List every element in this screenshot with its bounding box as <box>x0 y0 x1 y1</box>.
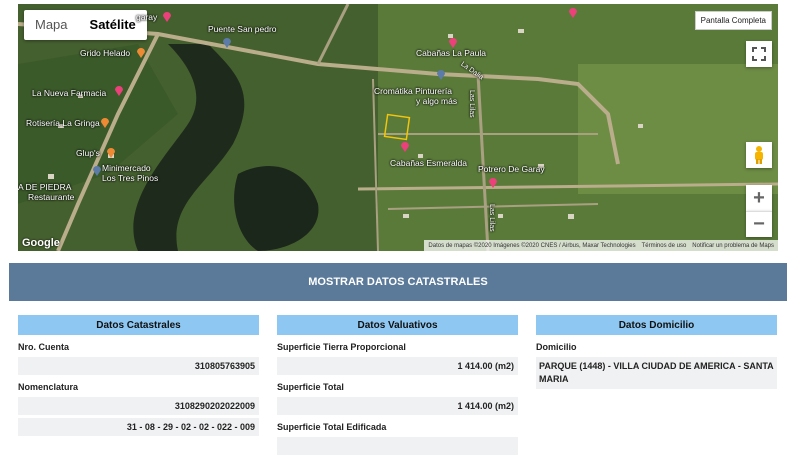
account-number-value: 310805763905 <box>18 357 259 375</box>
map-type-map-tab[interactable]: Mapa <box>24 10 79 40</box>
map-type-switch: Mapa Satélite <box>24 10 147 40</box>
zoom-out-button[interactable]: − <box>746 211 772 237</box>
nomenclature-value: 3108290202022009 <box>18 397 259 415</box>
address-data-title: Datos Domicilio <box>536 315 777 335</box>
account-number-label: Nro. Cuenta <box>18 342 70 352</box>
satellite-imagery <box>18 4 778 251</box>
map-pin-icon[interactable] <box>136 46 146 58</box>
map-label-cromatika-1: Cromátika Pinturería <box>374 86 452 96</box>
map-label-street-las-lilas: Las Lilas <box>468 90 475 118</box>
fullscreen-button[interactable] <box>746 41 772 67</box>
map-data-attribution: Datos de mapas ©2020 Imágenes ©2020 CNES… <box>428 242 636 249</box>
map-label-cromatika-2: y algo más <box>416 96 458 106</box>
satellite-map[interactable]: Mapa Satélite Pantalla Completa + − gara… <box>18 4 778 251</box>
cadastral-data-panel: Datos Catastrales Nro. Cuenta 3108057639… <box>18 315 259 436</box>
show-cadastral-data-button[interactable]: MOSTRAR DATOS CATASTRALES <box>9 263 787 301</box>
map-label-nueva-farmacia: La Nueva Farmacia <box>32 88 107 98</box>
map-label-rotiseria: Rotisería La Gringa <box>26 118 100 128</box>
map-label-minimercado-2: Los Tres Pinos <box>102 173 159 183</box>
map-label-piedra-1: A DE PIEDRA <box>18 182 72 192</box>
map-pin-icon[interactable] <box>106 146 116 158</box>
zoom-in-button[interactable]: + <box>746 185 772 211</box>
valuation-data-panel: Datos Valuativos Superficie Tierra Propo… <box>277 315 518 455</box>
map-pin-icon[interactable] <box>568 6 578 18</box>
map-pin-icon[interactable] <box>92 164 102 176</box>
fullscreen-text-button[interactable]: Pantalla Completa <box>694 11 772 30</box>
map-label-minimercado-1: Minimercado <box>102 163 151 173</box>
pegman-icon <box>755 146 763 164</box>
nomenclature-formatted-value: 31 - 08 - 29 - 02 - 02 - 022 - 009 <box>18 418 259 436</box>
street-view-button[interactable] <box>746 142 772 168</box>
map-label-street-las-lilas-2: Las Lilas <box>488 204 495 232</box>
valuation-data-title: Datos Valuativos <box>277 315 518 335</box>
nomenclature-label: Nomenclatura <box>18 382 79 392</box>
map-pin-icon[interactable] <box>488 176 498 188</box>
report-problem-link[interactable]: Notificar un problema de Maps <box>692 243 774 249</box>
google-logo: Google <box>22 237 60 249</box>
address-label: Domicilio <box>536 342 577 352</box>
address-data-panel: Datos Domicilio Domicilio PARQUE (1448) … <box>536 315 777 389</box>
map-pin-icon[interactable] <box>114 84 124 96</box>
map-attribution: Datos de mapas ©2020 Imágenes ©2020 CNES… <box>424 240 778 251</box>
map-label-cabanas-paula: Cabañas La Paula <box>416 48 486 58</box>
map-label-cabanas-esmeralda: Cabañas Esmeralda <box>390 158 468 168</box>
total-area-value: 1 414.00 (m2) <box>277 397 518 415</box>
built-area-label: Superficie Total Edificada <box>277 422 387 432</box>
total-area-label: Superficie Total <box>277 382 344 392</box>
map-pin-icon[interactable] <box>436 68 446 80</box>
map-pin-icon[interactable] <box>100 116 110 128</box>
land-area-label: Superficie Tierra Proporcional <box>277 342 406 352</box>
terms-of-use-link[interactable]: Términos de uso <box>642 243 687 249</box>
map-label-potrero: Potrero De Garay <box>478 164 545 174</box>
map-pin-icon[interactable] <box>448 36 458 48</box>
cadastral-data-title: Datos Catastrales <box>18 315 259 335</box>
map-pin-icon[interactable] <box>162 10 172 22</box>
map-pin-icon[interactable] <box>222 36 232 48</box>
map-label-piedra-2: Restaurante <box>28 192 75 202</box>
map-label-garay: garay <box>136 12 158 22</box>
built-area-value <box>277 437 518 455</box>
map-label-puente: Puente San pedro <box>208 24 277 34</box>
address-value: PARQUE (1448) - VILLA CIUDAD DE AMERICA … <box>536 357 777 389</box>
map-pin-icon[interactable] <box>400 140 410 152</box>
fullscreen-icon <box>752 47 766 61</box>
land-area-value: 1 414.00 (m2) <box>277 357 518 375</box>
map-label-grido: Grido Helado <box>80 48 131 58</box>
map-label-glups: Glup's <box>76 148 100 158</box>
